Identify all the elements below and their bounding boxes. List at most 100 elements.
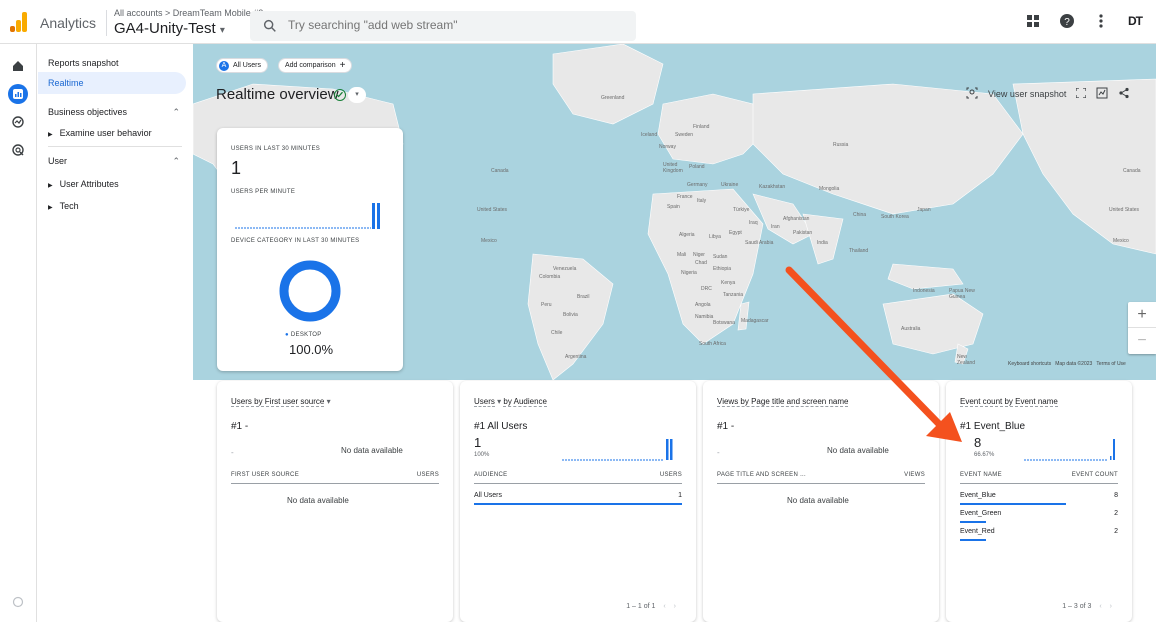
- audience-rank: #1 All Users: [474, 421, 528, 432]
- audience-title[interactable]: Users ▾ by Audience: [474, 397, 547, 407]
- audience-pager-label: 1 – 1 of 1: [626, 603, 656, 610]
- more-vert-icon[interactable]: [1092, 12, 1110, 30]
- all-users-chip[interactable]: A All Users: [216, 58, 269, 73]
- share-icon[interactable]: [1118, 87, 1130, 101]
- first-user-source-table-nodata: No data available: [287, 496, 349, 505]
- nav-user-attributes[interactable]: ▶ User Attributes: [48, 179, 119, 189]
- map-label-peru: Peru: [541, 302, 552, 308]
- table-row[interactable]: Event_Blue 8: [960, 492, 1118, 505]
- col-page-title[interactable]: PAGE TITLE AND SCREEN ...: [717, 472, 806, 478]
- audience-metric: Users: [474, 397, 495, 407]
- col-users[interactable]: USERS: [417, 472, 439, 478]
- expand-arrow-icon: ▶: [48, 205, 53, 211]
- nav-tech[interactable]: ▶ Tech: [48, 201, 79, 211]
- prev-page-icon[interactable]: ‹: [663, 603, 665, 610]
- nav-divider: [48, 146, 182, 147]
- add-comparison-label: Add comparison: [285, 62, 336, 69]
- map-label-china: China: [853, 212, 867, 218]
- col-event-count[interactable]: EVENT COUNT: [1072, 472, 1118, 478]
- nav-user[interactable]: User: [48, 156, 67, 166]
- view-user-snapshot[interactable]: View user snapshot: [966, 86, 1130, 102]
- map-label-greenland: Greenland: [601, 95, 625, 101]
- col-audience[interactable]: AUDIENCE: [474, 472, 507, 478]
- map-label-kazakhstan: Kazakhstan: [759, 184, 786, 190]
- first-user-source-title[interactable]: Users by First user source ▾: [231, 397, 331, 407]
- zoom-out-button[interactable]: −: [1128, 328, 1156, 354]
- event-count-title[interactable]: Event count by Event name: [960, 397, 1058, 407]
- first-user-source-dash: -: [231, 448, 234, 457]
- map-label-algeria: Algeria: [679, 232, 695, 238]
- search-bar[interactable]: [250, 11, 636, 41]
- add-comparison-button[interactable]: Add comparison +: [278, 58, 353, 73]
- nav-reports-snapshot[interactable]: Reports snapshot: [48, 58, 119, 68]
- audience-pager: 1 – 1 of 1 ‹ ›: [626, 603, 676, 610]
- device-category-label: DEVICE CATEGORY IN LAST 30 MINUTES: [231, 238, 360, 244]
- next-page-icon[interactable]: ›: [674, 603, 676, 610]
- audience-card: Users ▾ by Audience #1 All Users 1 100% …: [460, 381, 696, 622]
- views-title-text: Views by Page title and screen name: [717, 397, 849, 407]
- map-zoom-controls: + −: [1128, 302, 1156, 354]
- audience-sparkline[interactable]: [562, 439, 682, 461]
- prev-page-icon[interactable]: ‹: [1099, 603, 1101, 610]
- table-divider: [717, 483, 925, 484]
- property-selector[interactable]: GA4-Unity-Test ▾: [114, 20, 225, 37]
- nav-examine-user-behavior-label: Examine user behavior: [59, 128, 152, 138]
- map-label-france: France: [677, 194, 693, 200]
- event-pager-label: 1 – 3 of 3: [1062, 603, 1092, 610]
- map-label-south-korea: South Korea: [881, 214, 909, 220]
- keyboard-shortcuts-link[interactable]: Keyboard shortcuts: [1008, 361, 1051, 367]
- map-label-mongolia: Mongolia: [819, 186, 840, 192]
- explore-icon[interactable]: [8, 112, 28, 132]
- first-user-source-nodata: No data available: [341, 446, 403, 455]
- title-dropdown-icon[interactable]: ▾: [348, 87, 366, 103]
- views-title[interactable]: Views by Page title and screen name: [717, 397, 849, 407]
- event-row-name: Event_Blue: [960, 492, 996, 499]
- next-page-icon[interactable]: ›: [1110, 603, 1112, 610]
- zoom-in-button[interactable]: +: [1128, 302, 1156, 328]
- map-label-finland: Finland: [693, 124, 710, 130]
- apps-grid-icon[interactable]: [1024, 12, 1042, 30]
- account-avatar[interactable]: DT: [1126, 12, 1144, 30]
- home-icon[interactable]: [8, 56, 28, 76]
- col-first-user-source[interactable]: FIRST USER SOURCE: [231, 472, 299, 478]
- col-audience-users[interactable]: USERS: [660, 472, 682, 478]
- insights-icon[interactable]: [1096, 87, 1108, 101]
- event-sparkline[interactable]: [1024, 439, 1116, 461]
- map-label-canada-right: Canada: [1123, 168, 1141, 174]
- table-row[interactable]: All Users 1: [474, 492, 682, 505]
- fullscreen-icon[interactable]: [1075, 87, 1087, 100]
- nav-realtime[interactable]: Realtime: [38, 72, 186, 94]
- breadcrumb[interactable]: All accounts > DreamTeam Mobile #2: [114, 8, 263, 18]
- audience-bar: [670, 439, 673, 460]
- analytics-logo-icon[interactable]: [10, 12, 28, 32]
- table-row[interactable]: Event_Red 2: [960, 528, 1118, 541]
- terms-of-use-link[interactable]: Terms of Use: [1096, 361, 1125, 367]
- views-dash: -: [717, 448, 720, 457]
- event-row-value: 2: [1114, 510, 1118, 517]
- map-label-chad: Chad: [695, 260, 707, 266]
- map-label-japan: Japan: [917, 207, 931, 213]
- help-icon[interactable]: ?: [1058, 12, 1076, 30]
- advertising-icon[interactable]: [8, 140, 28, 160]
- nav-business-objectives[interactable]: Business objectives: [48, 107, 127, 117]
- settings-icon[interactable]: [8, 592, 28, 612]
- map-label-mali: Mali: [677, 252, 687, 258]
- map-label-pakistan: Pakistan: [793, 230, 813, 236]
- users-per-minute-chart[interactable]: [235, 202, 385, 230]
- nav-examine-user-behavior[interactable]: ▶ Examine user behavior: [48, 128, 152, 138]
- search-input[interactable]: [288, 18, 608, 32]
- business-objectives-chevron-up-icon[interactable]: ⌃: [172, 107, 180, 118]
- col-event-name[interactable]: EVENT NAME: [960, 472, 1002, 478]
- device-legend-label: DESKTOP: [290, 332, 322, 338]
- map-label-kenya: Kenya: [721, 280, 736, 286]
- legend-dot-icon: ●: [285, 332, 289, 338]
- views-nodata: No data available: [827, 446, 889, 455]
- realtime-users-card: USERS IN LAST 30 MINUTES 1 USERS PER MIN…: [217, 128, 403, 371]
- reports-icon[interactable]: [8, 84, 28, 104]
- user-chevron-up-icon[interactable]: ⌃: [172, 156, 180, 167]
- search-icon: [263, 19, 276, 32]
- col-views[interactable]: VIEWS: [904, 472, 925, 478]
- event-row-value: 2: [1114, 528, 1118, 535]
- table-row[interactable]: Event_Green 2: [960, 510, 1118, 523]
- device-donut-chart[interactable]: [279, 260, 341, 322]
